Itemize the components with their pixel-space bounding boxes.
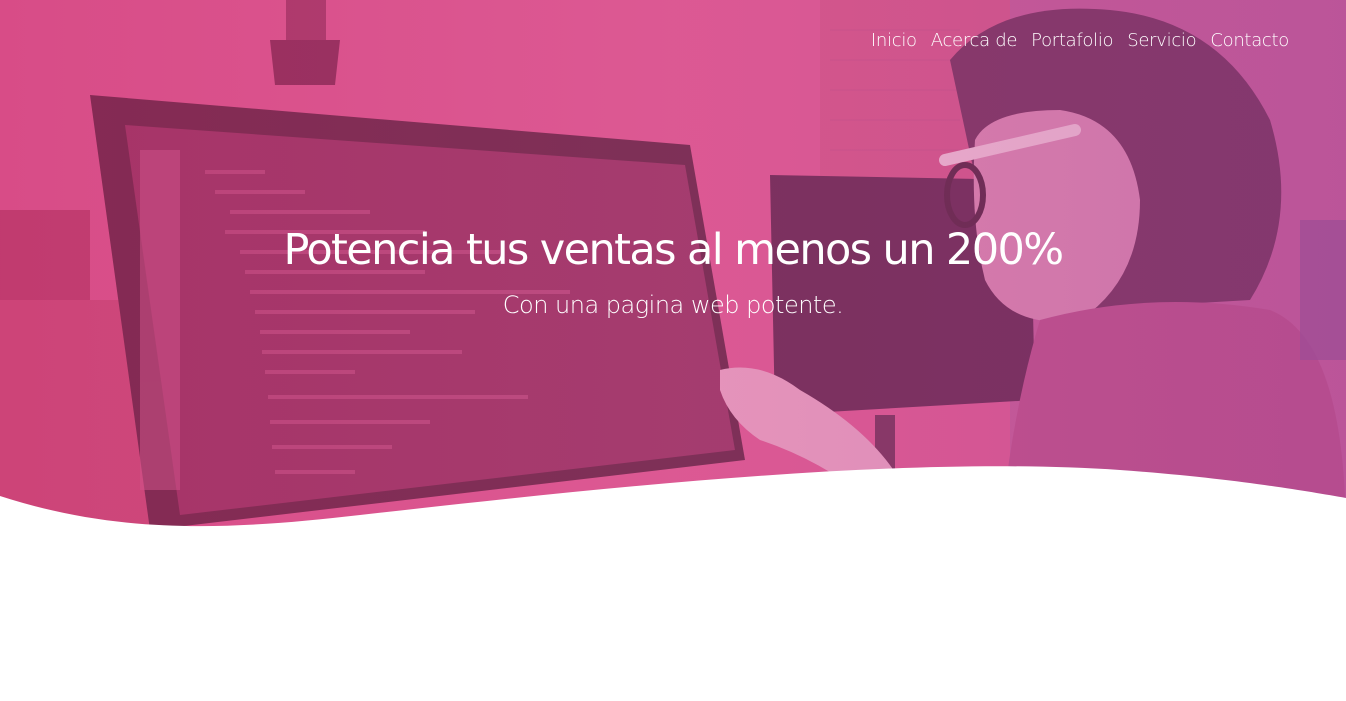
content-area [0,540,1346,701]
hero-section: Inicio Acerca de Portafolio Servicio Con… [0,0,1346,540]
nav-link-contacto[interactable]: Contacto [1210,30,1289,51]
hero-title: Potencia tus ventas al menos un 200% [283,225,1065,275]
main-nav: Inicio Acerca de Portafolio Servicio Con… [871,30,1289,51]
nav-link-inicio[interactable]: Inicio [871,30,917,51]
nav-link-servicio[interactable]: Servicio [1127,30,1196,51]
nav-link-acerca-de[interactable]: Acerca de [931,30,1018,51]
nav-link-portafolio[interactable]: Portafolio [1031,30,1113,51]
hero-subtitle: Con una pagina web potente. [502,291,844,319]
